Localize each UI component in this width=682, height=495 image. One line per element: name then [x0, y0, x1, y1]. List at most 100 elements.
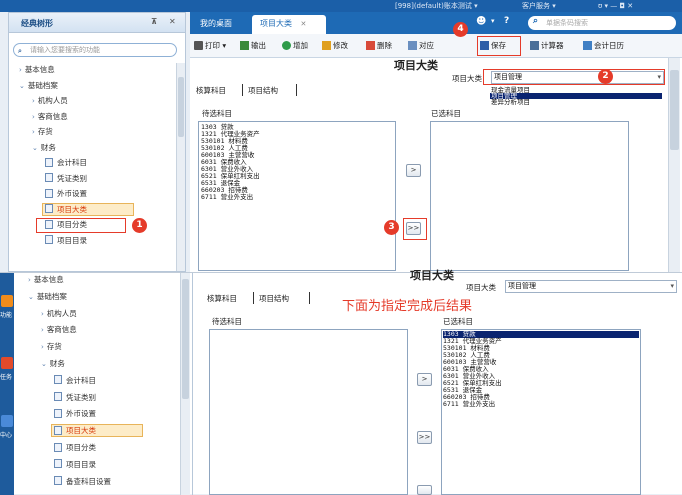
chevron-right-icon[interactable]: ›: [32, 128, 35, 136]
result-screenshot: 功能 任务 中心 › 基本信息 ⌄ 基础档案 › 机构人员 › 客商信息 › 存货 ⌄ 财务 会计科目凭…: [0, 269, 682, 495]
tree-node[interactable]: ⌄ 基础档案: [28, 290, 67, 303]
document-icon: [54, 408, 62, 418]
selected-accounts-list[interactable]: [430, 121, 629, 271]
tree-node-label: 项目大类: [66, 426, 96, 436]
match-button[interactable]: 对应: [408, 39, 434, 53]
tree-node[interactable]: 会计科目: [54, 374, 96, 387]
function-icon[interactable]: [1, 295, 13, 307]
tab-structure[interactable]: 项目结构: [259, 293, 289, 304]
tree-node[interactable]: › 机构人员: [32, 94, 68, 107]
function-tree-result: › 基本信息 ⌄ 基础档案 › 机构人员 › 客商信息 › 存货 ⌄ 财务 会计科目 凭证类别 外币设置 项目…: [18, 273, 178, 495]
tree-node[interactable]: 备查科目设置: [54, 475, 111, 488]
tree-node-label: 机构人员: [46, 308, 77, 318]
export-button[interactable]: 输出: [240, 39, 266, 53]
category-select[interactable]: 项目管理 ▾: [505, 280, 677, 293]
tree-node[interactable]: 会计科目: [45, 156, 87, 169]
edit-button[interactable]: 修改: [322, 39, 348, 53]
tree-node-label: 存货: [37, 127, 53, 136]
move-one-button[interactable]: >: [417, 373, 432, 386]
tree-node-label: 外币设置: [66, 409, 96, 419]
chevron-down-icon[interactable]: ▾: [670, 281, 674, 292]
task-icon[interactable]: [1, 357, 13, 369]
account-item[interactable]: 6711 营业外支出: [201, 194, 393, 201]
subtab-divider: [309, 292, 310, 304]
tree-node[interactable]: 项目分类: [54, 441, 96, 454]
account-item[interactable]: 6711 营业外支出: [443, 401, 639, 408]
barcode-search-input[interactable]: ⌕ 单据条码搜索: [528, 16, 676, 30]
center-icon[interactable]: [1, 415, 13, 427]
close-icon[interactable]: ✕: [169, 17, 176, 26]
tab-accounts[interactable]: 核算科目: [207, 293, 237, 304]
category-label: 项目大类: [466, 283, 496, 292]
chevron-down-icon[interactable]: ⌄: [28, 293, 34, 301]
calculator-button[interactable]: 计算器: [530, 39, 564, 53]
selected-accounts-list[interactable]: 1303 贷款 1321 代理业务资产 530101 材料费 530102 人工费 60…: [441, 329, 641, 495]
customer-service-menu[interactable]: 客户服务 ▾: [522, 0, 556, 12]
function-search-input[interactable]: ⌕ 请输入您要搜索的功能: [13, 43, 177, 57]
tree-node[interactable]: › 机构人员: [41, 307, 77, 320]
tab-structure[interactable]: 项目结构: [248, 85, 278, 96]
export-icon: [240, 40, 249, 50]
tab-accounts[interactable]: 核算科目: [196, 85, 226, 96]
tab-desktop[interactable]: 我的桌面: [192, 15, 240, 34]
tree-node[interactable]: 项目大类: [51, 424, 143, 438]
pending-accounts-list[interactable]: [209, 329, 408, 495]
tree-node[interactable]: › 基本信息: [28, 273, 64, 286]
tree-node-label: 项目分类: [66, 443, 96, 452]
dropdown-option[interactable]: 差异分析项目: [490, 99, 662, 106]
chevron-down-icon[interactable]: ⌄: [32, 144, 38, 152]
chevron-right-icon[interactable]: ›: [32, 97, 35, 105]
chevron-down-icon[interactable]: ⌄: [19, 82, 25, 90]
calendar-icon: [583, 40, 592, 50]
tree-node-label: 基本信息: [24, 65, 55, 74]
chevron-right-icon[interactable]: ›: [41, 310, 44, 318]
chevron-right-icon[interactable]: ›: [28, 276, 31, 284]
function-tree: › 基本信息 ⌄ 基础档案 › 机构人员 › 客商信息 › 存货 ⌄ 财务 会计科目 凭证类别 外币设置 项目…: [9, 63, 177, 273]
tab-project-category[interactable]: 项目大类 ✕: [252, 15, 326, 34]
tree-node[interactable]: 外币设置: [45, 187, 87, 200]
tree-node[interactable]: 项目目录: [45, 234, 87, 247]
tree-node[interactable]: ⌄ 财务: [41, 357, 65, 370]
nav-rail-label: 中心: [0, 432, 13, 439]
tree-node[interactable]: 凭证类别: [45, 172, 87, 185]
subtab-divider: [242, 84, 243, 96]
tree-node-label: 财务: [49, 359, 65, 368]
tree-node[interactable]: › 基本信息: [19, 63, 55, 76]
subtab-divider: [253, 292, 254, 304]
window-controls[interactable]: ʊ ▾ — ◘ ✕: [598, 0, 633, 12]
tree-scrollbar[interactable]: [180, 273, 190, 495]
chevron-right-icon[interactable]: ›: [19, 66, 22, 74]
help-icon[interactable]: ?: [504, 16, 509, 26]
chevron-down-icon[interactable]: ⌄: [41, 360, 47, 368]
tree-node[interactable]: 项目目录: [54, 458, 96, 471]
tree-node[interactable]: ⌄ 财务: [32, 141, 56, 154]
pin-icon[interactable]: ⊼: [151, 17, 158, 26]
tree-node[interactable]: ⌄ 基础档案: [19, 79, 58, 92]
tree-scrollbar[interactable]: [176, 63, 185, 271]
tree-node[interactable]: 凭证类别: [54, 391, 96, 404]
chevron-right-icon[interactable]: ›: [41, 343, 44, 351]
user-icon[interactable]: ☻: [476, 16, 486, 27]
move-one-button[interactable]: >: [406, 164, 421, 177]
add-button[interactable]: 增加: [282, 39, 308, 53]
chevron-down-icon[interactable]: ▾: [491, 17, 495, 25]
account-label[interactable]: [998](default)账本测试 ▾: [395, 0, 478, 12]
tree-panel-header: 经典树形 ⊼ ✕: [9, 13, 185, 33]
chevron-right-icon[interactable]: ›: [32, 113, 35, 121]
tree-node[interactable]: › 存货: [32, 125, 53, 138]
tree-node[interactable]: › 存货: [41, 340, 62, 353]
tree-node[interactable]: 项目大类: [42, 202, 134, 216]
calendar-button[interactable]: 会计日历: [583, 39, 624, 53]
pending-label: 待选科目: [202, 109, 232, 118]
print-button[interactable]: 打印 ▾: [194, 39, 226, 53]
tree-node[interactable]: › 客商信息: [32, 110, 68, 123]
tab-close-icon[interactable]: ✕: [301, 20, 307, 28]
chevron-right-icon[interactable]: ›: [41, 326, 44, 334]
form-scrollbar[interactable]: [668, 58, 680, 272]
step-badge-4: 4: [453, 22, 468, 37]
tree-node[interactable]: › 客商信息: [41, 323, 77, 336]
tree-node[interactable]: 外币设置: [54, 407, 96, 420]
move-all-button[interactable]: >>: [417, 431, 432, 444]
pending-accounts-list[interactable]: 1303 贷款 1321 代理业务资产 530101 材料费 530102 人工费 60…: [198, 121, 396, 271]
delete-button[interactable]: 删除: [366, 39, 392, 53]
